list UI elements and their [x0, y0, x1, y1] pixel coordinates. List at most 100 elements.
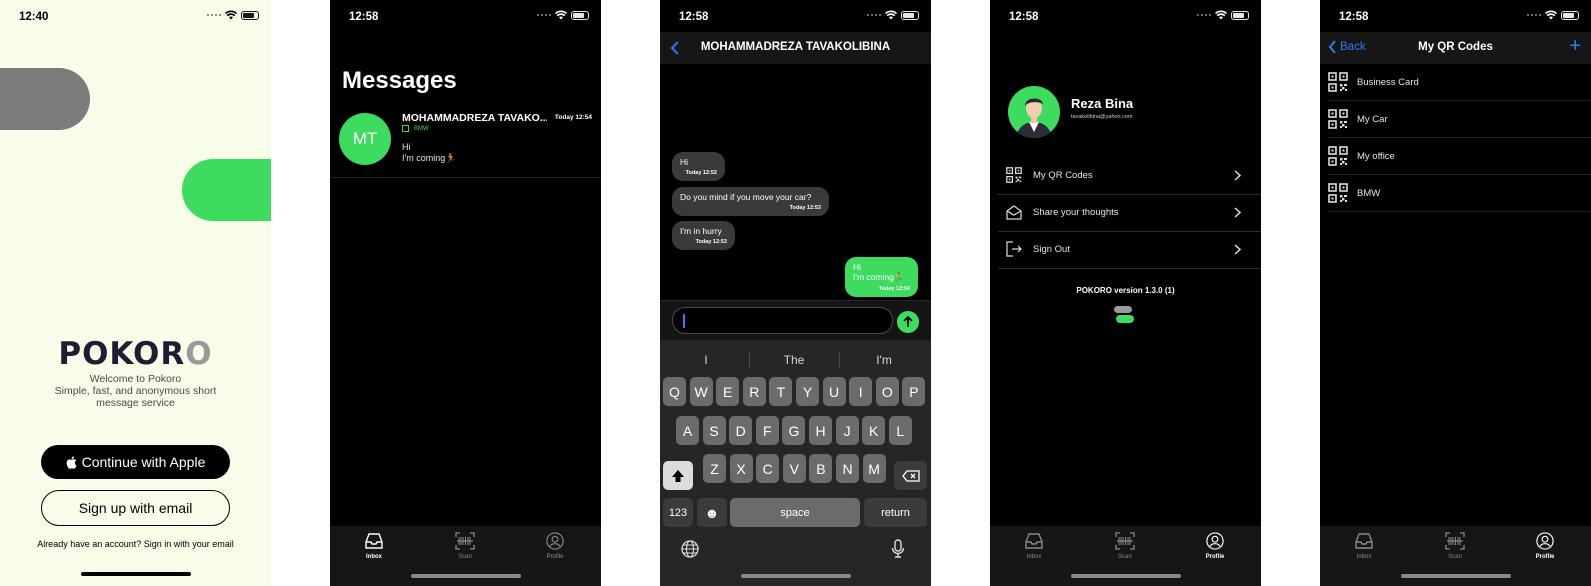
continue-with-apple-button[interactable]: Continue with Apple — [41, 445, 230, 479]
shift-arrow-icon — [672, 469, 684, 482]
send-button[interactable] — [897, 311, 919, 333]
tab-profile[interactable]: Profile — [1515, 532, 1575, 560]
message-text: Hi — [680, 157, 689, 167]
globe-icon[interactable] — [681, 540, 699, 558]
keyboard-key[interactable]: Z — [703, 454, 726, 483]
apple-button-label: Continue with Apple — [81, 454, 206, 470]
login-screen: 12:40 POKORO Welcome to Pokoro Simple, f… — [0, 0, 271, 586]
qr-code-list-item[interactable]: Business Card — [1328, 64, 1591, 101]
signal-icon — [867, 14, 881, 16]
keyboard-key[interactable]: A — [676, 416, 699, 445]
delete-key[interactable] — [894, 461, 927, 490]
tab-scan-label: Scan — [1448, 554, 1462, 560]
message-composer — [660, 300, 931, 340]
tab-scan[interactable]: Scan — [1095, 532, 1155, 560]
menu-item-share-thoughts[interactable]: Share your thoughts — [998, 195, 1261, 232]
keyboard-key[interactable]: C — [756, 454, 780, 483]
scan-icon — [455, 532, 475, 550]
key-123[interactable]: 123 — [663, 498, 693, 527]
add-qr-code-button[interactable]: + — [1569, 35, 1581, 58]
keyboard-key[interactable]: R — [742, 377, 766, 406]
message-bubble-incoming: Do you mind if you move your car? Today … — [672, 187, 829, 216]
status-bar: 12:40 — [0, 0, 271, 34]
message-text: I'm coming🏃 — [853, 272, 905, 282]
menu-item-my-qr-codes[interactable]: My QR Codes — [998, 158, 1261, 195]
shift-key[interactable] — [663, 461, 693, 490]
status-time: 12:58 — [1339, 11, 1369, 23]
keyboard-key[interactable]: N — [836, 454, 859, 483]
keyboard-key[interactable]: P — [902, 377, 926, 406]
inbox-icon — [1024, 532, 1044, 550]
sign-up-with-email-button[interactable]: Sign up with email — [41, 490, 230, 526]
keyboard-key[interactable]: G — [782, 416, 806, 445]
qr-code-list-item[interactable]: My Car — [1328, 101, 1591, 138]
apple-icon — [66, 455, 77, 469]
keyboard-key[interactable]: X — [729, 454, 753, 483]
keyboard-key[interactable]: E — [716, 377, 740, 406]
tab-inbox[interactable]: Inbox — [1334, 532, 1394, 560]
menu-item-label: Sign Out — [1033, 244, 1070, 255]
keyboard-key[interactable]: K — [862, 416, 886, 445]
decor-green-blob — [182, 159, 271, 221]
tab-scan-label: Scan — [458, 554, 472, 560]
tab-scan[interactable]: Scan — [1425, 532, 1485, 560]
status-time: 12:58 — [679, 11, 709, 23]
keyboard-key[interactable]: H — [809, 416, 832, 445]
qr-code-icon — [1006, 167, 1022, 183]
tab-profile[interactable]: Profile — [525, 532, 585, 560]
keyboard-key[interactable]: M — [862, 454, 886, 483]
keyboard-key[interactable]: D — [729, 416, 753, 445]
tab-inbox[interactable]: Inbox — [344, 532, 404, 560]
keyboard-key[interactable]: I — [849, 377, 873, 406]
battery-icon — [241, 10, 259, 20]
avatar — [1008, 86, 1060, 138]
qr-code-label: BMW — [1357, 188, 1381, 199]
keyboard-key[interactable]: V — [782, 454, 806, 483]
qr-code-label: Business Card — [1357, 77, 1419, 88]
suggestion[interactable]: I — [662, 348, 750, 372]
menu-item-label: Share your thoughts — [1033, 207, 1119, 218]
qr-code-list-item[interactable]: BMW — [1328, 175, 1591, 212]
keyboard-key[interactable]: O — [875, 377, 899, 406]
status-bar: 12:58 — [660, 0, 931, 34]
menu-item-sign-out[interactable]: Sign Out — [998, 232, 1261, 269]
keyboard-key[interactable]: T — [769, 377, 793, 406]
qr-codes-screen: 12:58 Back My QR Codes + Business Card M… — [1320, 0, 1591, 586]
keyboard-key[interactable]: Q — [663, 377, 686, 406]
tab-scan[interactable]: Scan — [435, 532, 495, 560]
tab-bar: Inbox Scan Profile — [990, 526, 1261, 586]
tab-profile[interactable]: Profile — [1185, 532, 1245, 560]
keyboard-key[interactable]: J — [835, 416, 859, 445]
sign-in-link[interactable]: Already have an account? Sign in with yo… — [0, 539, 271, 549]
key-emoji[interactable]: ☻ — [697, 498, 727, 527]
keyboard-key[interactable]: F — [755, 416, 779, 445]
status-time: 12:58 — [1009, 11, 1039, 23]
qr-code-label: My Car — [1357, 114, 1388, 125]
profile-icon — [1535, 532, 1555, 550]
keyboard-key[interactable]: U — [822, 377, 846, 406]
key-space[interactable]: space — [730, 498, 860, 527]
chat-title: MOHAMMADREZA TAVAKOLIBINA — [700, 41, 891, 53]
avatar: MT — [339, 113, 391, 165]
chat-screen: 12:58 MOHAMMADREZA TAVAKOLIBINA Hi Today… — [660, 0, 931, 586]
message-input[interactable] — [672, 307, 893, 334]
qr-code-list-item[interactable]: My office — [1328, 138, 1591, 175]
menu-item-label: My QR Codes — [1033, 170, 1093, 181]
key-return[interactable]: return — [864, 498, 927, 527]
keyboard-key[interactable]: Y — [796, 377, 819, 406]
suggestion[interactable]: The — [750, 348, 838, 372]
home-indicator — [410, 574, 521, 578]
keyboard-key[interactable]: W — [689, 377, 713, 406]
conversation-row[interactable]: MT MOHAMMADREZA TAVAKO... Today 12:54 BM… — [330, 104, 601, 178]
suggestion[interactable]: I'm — [840, 348, 928, 372]
microphone-icon[interactable] — [891, 539, 905, 559]
signal-icon — [1197, 14, 1211, 16]
battery-icon — [1231, 10, 1249, 20]
keyboard-key[interactable]: S — [702, 416, 726, 445]
tab-profile-label: Profile — [1535, 554, 1555, 560]
keyboard-key[interactable]: L — [888, 416, 912, 445]
inbox-screen: 12:58 Messages MT MOHAMMADREZA TAVAKO...… — [330, 0, 601, 586]
nav-bar: MOHAMMADREZA TAVAKOLIBINA — [660, 32, 931, 64]
keyboard-key[interactable]: B — [809, 454, 833, 483]
tab-inbox[interactable]: Inbox — [1004, 532, 1064, 560]
